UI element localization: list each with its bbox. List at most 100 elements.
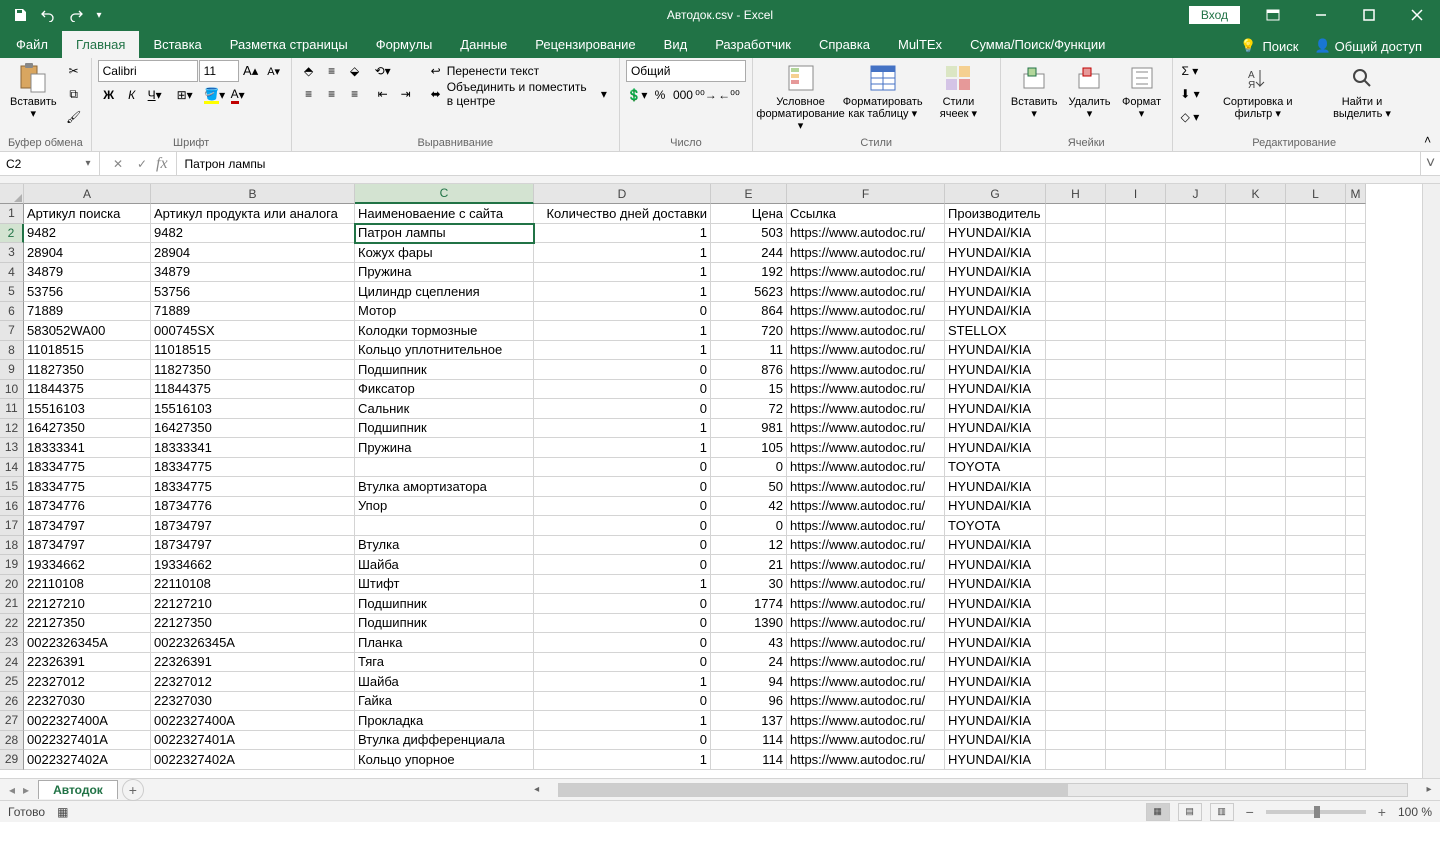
cell[interactable]	[1226, 594, 1286, 614]
cell[interactable]: 0	[534, 302, 711, 322]
row-header[interactable]: 13	[0, 438, 24, 458]
cell[interactable]	[1106, 750, 1166, 770]
column-header[interactable]: J	[1166, 184, 1226, 204]
cell[interactable]: Ссылка	[787, 204, 945, 224]
cell[interactable]	[1226, 536, 1286, 556]
row-header[interactable]: 28	[0, 731, 24, 751]
row-header[interactable]: 17	[0, 516, 24, 536]
row-header[interactable]: 7	[0, 321, 24, 341]
cell[interactable]	[1106, 653, 1166, 673]
cell[interactable]	[1166, 497, 1226, 517]
row-header[interactable]: 4	[0, 263, 24, 283]
cell[interactable]	[1106, 614, 1166, 634]
cell[interactable]	[1106, 731, 1166, 751]
cell[interactable]	[1166, 672, 1226, 692]
cell[interactable]: 18734776	[151, 497, 355, 517]
cell[interactable]: 15	[711, 380, 787, 400]
cell[interactable]	[1346, 536, 1366, 556]
cell[interactable]: 0	[534, 594, 711, 614]
cell[interactable]: Колодки тормозные	[355, 321, 534, 341]
cell[interactable]: https://www.autodoc.ru/	[787, 750, 945, 770]
cell[interactable]	[1166, 536, 1226, 556]
cell[interactable]: 9482	[151, 224, 355, 244]
indent-left-icon[interactable]: ⇤	[372, 83, 394, 105]
cell[interactable]	[1046, 263, 1106, 283]
cell[interactable]	[1286, 477, 1346, 497]
cell[interactable]: 1	[534, 224, 711, 244]
cell[interactable]: 0022327402A	[151, 750, 355, 770]
cell[interactable]: https://www.autodoc.ru/	[787, 243, 945, 263]
cell[interactable]	[1106, 224, 1166, 244]
cell[interactable]: Упор	[355, 497, 534, 517]
cell[interactable]: Шайба	[355, 555, 534, 575]
cell[interactable]: 0	[534, 380, 711, 400]
cell[interactable]: Шайба	[355, 672, 534, 692]
cell[interactable]: Производитель	[945, 204, 1046, 224]
cell[interactable]: HYUNDAI/KIA	[945, 243, 1046, 263]
enter-formula-icon[interactable]: ✓	[132, 157, 152, 171]
cell[interactable]	[1286, 399, 1346, 419]
row-header[interactable]: 16	[0, 497, 24, 517]
cell[interactable]: HYUNDAI/KIA	[945, 263, 1046, 283]
cell[interactable]	[1286, 438, 1346, 458]
cell[interactable]: 0	[534, 477, 711, 497]
cell[interactable]	[1046, 555, 1106, 575]
fill-color-icon[interactable]: 🪣▾	[204, 84, 226, 106]
hscroll-left-icon[interactable]: ◂	[530, 784, 544, 795]
tab-review[interactable]: Рецензирование	[521, 31, 649, 58]
cell[interactable]: 18734797	[151, 516, 355, 536]
cell[interactable]	[1166, 399, 1226, 419]
cell[interactable]	[1286, 536, 1346, 556]
cell[interactable]: https://www.autodoc.ru/	[787, 536, 945, 556]
cell[interactable]	[1106, 536, 1166, 556]
row-header[interactable]: 25	[0, 672, 24, 692]
cell[interactable]: Подшипник	[355, 594, 534, 614]
font-color-icon[interactable]: A▾	[227, 84, 249, 106]
cell[interactable]: 876	[711, 360, 787, 380]
cell[interactable]: 720	[711, 321, 787, 341]
row-header[interactable]: 18	[0, 536, 24, 556]
name-box[interactable]	[0, 152, 80, 175]
cell[interactable]	[1286, 731, 1346, 751]
cancel-formula-icon[interactable]: ✕	[108, 157, 128, 171]
cell[interactable]	[1346, 633, 1366, 653]
increase-decimal-icon[interactable]: ⁰⁰→	[695, 84, 717, 106]
cell[interactable]: 864	[711, 302, 787, 322]
cell[interactable]	[1286, 224, 1346, 244]
conditional-formatting-button[interactable]: Условное форматирование ▾	[759, 60, 842, 134]
cell[interactable]	[1046, 614, 1106, 634]
cell[interactable]	[1166, 321, 1226, 341]
cell[interactable]	[1046, 653, 1106, 673]
cell[interactable]: 1	[534, 750, 711, 770]
cell[interactable]: 1	[534, 575, 711, 595]
currency-icon[interactable]: 💲▾	[626, 84, 648, 106]
cell[interactable]: 11827350	[24, 360, 151, 380]
cell[interactable]	[1286, 594, 1346, 614]
horizontal-scrollbar[interactable]	[558, 783, 1408, 797]
cell[interactable]	[1286, 692, 1346, 712]
cell[interactable]: HYUNDAI/KIA	[945, 711, 1046, 731]
cell[interactable]: 22127210	[24, 594, 151, 614]
cell[interactable]	[1106, 360, 1166, 380]
cell[interactable]	[1106, 692, 1166, 712]
cell[interactable]: 0	[534, 614, 711, 634]
hscroll-right-icon[interactable]: ▸	[1422, 784, 1436, 795]
cell[interactable]	[1226, 341, 1286, 361]
cell[interactable]: 22127210	[151, 594, 355, 614]
cell[interactable]: Мотор	[355, 302, 534, 322]
cell[interactable]	[1226, 458, 1286, 478]
cell[interactable]: https://www.autodoc.ru/	[787, 653, 945, 673]
cell[interactable]	[1106, 672, 1166, 692]
font-size-input[interactable]	[199, 60, 239, 82]
cell[interactable]: HYUNDAI/KIA	[945, 224, 1046, 244]
cell[interactable]: 18334775	[24, 477, 151, 497]
cell[interactable]	[1166, 614, 1226, 634]
cell[interactable]	[1346, 477, 1366, 497]
cell[interactable]	[1166, 477, 1226, 497]
zoom-in-icon[interactable]: +	[1374, 804, 1390, 820]
cell[interactable]	[1286, 204, 1346, 224]
fx-icon[interactable]: fx	[156, 155, 168, 173]
cell[interactable]	[1346, 419, 1366, 439]
cell[interactable]: 114	[711, 731, 787, 751]
cell[interactable]: https://www.autodoc.ru/	[787, 711, 945, 731]
